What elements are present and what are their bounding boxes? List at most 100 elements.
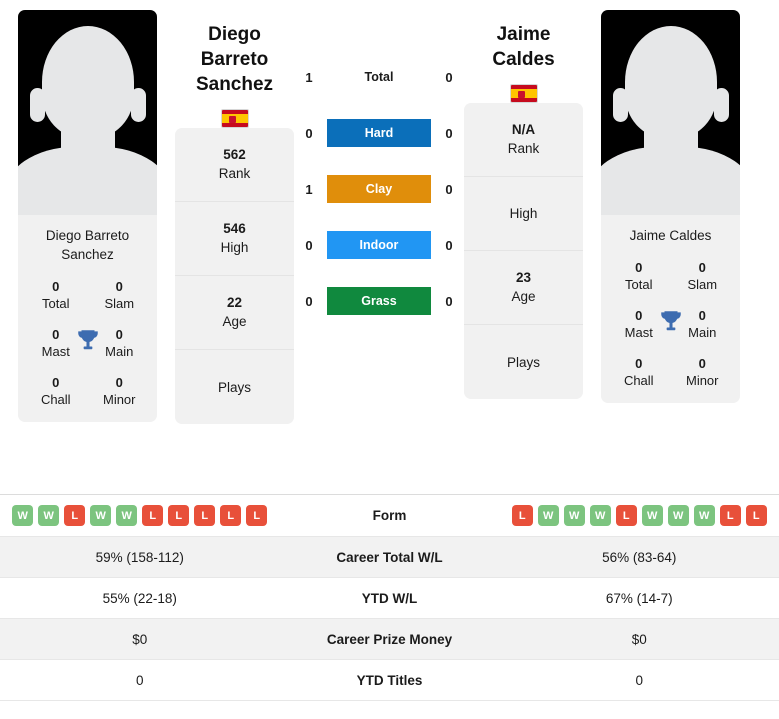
- right-age-value: 23: [515, 270, 532, 285]
- form-badge-w[interactable]: W: [693, 505, 715, 526]
- surface-left-score: 1: [305, 181, 313, 197]
- left-stat-age: 22 Age: [175, 276, 294, 350]
- stat-row-label: Career Prize Money: [326, 631, 453, 647]
- form-badge-w[interactable]: W: [641, 505, 663, 526]
- left-high-label: High: [220, 240, 249, 255]
- head-to-head-stats-table: W W L W W L L L L L Form L W W W L W W W L L 59% (158-112) Car…: [0, 495, 779, 701]
- surface-bar-hard[interactable]: Hard: [327, 119, 431, 147]
- form-badge-l[interactable]: L: [194, 505, 216, 526]
- surface-bar-indoor[interactable]: Indoor: [327, 231, 431, 259]
- surface-bar-total[interactable]: Total: [327, 63, 431, 91]
- left-titles-minor-value: 0: [115, 375, 123, 390]
- surface-left-score: 0: [305, 237, 313, 253]
- form-badge-w[interactable]: W: [116, 505, 138, 526]
- right-player-card[interactable]: Jaime Caldes 0 Total 0 Slam 0 Mast 0 Mai…: [601, 10, 740, 403]
- form-badge-w[interactable]: W: [90, 505, 112, 526]
- left-rank-label: Rank: [218, 166, 251, 181]
- stat-row-label: YTD W/L: [361, 590, 418, 606]
- form-badge-w[interactable]: W: [667, 505, 689, 526]
- form-badge-l[interactable]: L: [142, 505, 164, 526]
- left-player-photo: [18, 10, 157, 215]
- table-row: 59% (158-112) Career Total W/L 56% (83-64): [0, 537, 779, 578]
- left-titles-minor: 0 Minor: [88, 374, 152, 408]
- left-flag-wrap: [175, 97, 294, 128]
- surface-bar-grass[interactable]: Grass: [327, 287, 431, 315]
- table-row: $0 Career Prize Money $0: [0, 619, 779, 660]
- right-rank-label: Rank: [507, 141, 540, 156]
- surface-left-score: 1: [305, 69, 313, 85]
- form-badge-w[interactable]: W: [12, 505, 34, 526]
- right-titles-total: 0 Total: [607, 259, 671, 293]
- right-titles-slam: 0 Slam: [671, 259, 735, 293]
- avatar-ear-right-icon: [713, 88, 729, 122]
- left-titles-chall-value: 0: [52, 375, 60, 390]
- form-badge-l[interactable]: L: [246, 505, 268, 526]
- surface-right-score: 0: [445, 293, 453, 309]
- table-row: 55% (22-18) YTD W/L 67% (14-7): [0, 578, 779, 619]
- left-stat-plays: Plays: [175, 350, 294, 424]
- left-stat-value: 55% (22-18): [102, 590, 177, 606]
- avatar-body-icon: [601, 147, 740, 215]
- left-titles-total: 0 Total: [24, 278, 88, 312]
- right-titles-minor-label: Minor: [685, 373, 719, 388]
- form-badge-w[interactable]: W: [563, 505, 585, 526]
- right-titles-chall-label: Chall: [623, 373, 654, 388]
- surface-right-score: 0: [445, 181, 453, 197]
- trophy-icon: [77, 330, 98, 350]
- left-stat-value: 0: [135, 672, 144, 688]
- left-player-card[interactable]: Diego Barreto Sanchez 0 Total 0 Slam 0 M…: [18, 10, 157, 422]
- right-titles-chall: 0 Chall: [607, 355, 671, 389]
- spain-flag-icon: [220, 109, 249, 128]
- right-stat-high: High: [464, 177, 583, 251]
- right-stat-value: 56% (83-64): [602, 549, 677, 565]
- surface-right-score: 0: [445, 125, 453, 141]
- form-badge-l[interactable]: L: [511, 505, 533, 526]
- right-stats-stack: N/A Rank High 23 Age Plays: [464, 103, 583, 399]
- avatar-ear-right-icon: [130, 88, 146, 122]
- form-badge-w[interactable]: W: [537, 505, 559, 526]
- left-titles-slam-label: Slam: [104, 296, 135, 311]
- surface-bar-clay[interactable]: Clay: [327, 175, 431, 203]
- surface-right-score: 0: [445, 69, 453, 85]
- right-stat-value: $0: [631, 631, 647, 647]
- flag-crest: [517, 91, 525, 98]
- left-plays-label: Plays: [217, 379, 251, 395]
- right-titles-slam-value: 0: [698, 260, 706, 275]
- surface-row-indoor: 0 Indoor 0: [294, 231, 464, 259]
- trophy-icon: [660, 311, 681, 331]
- right-player-photo: [601, 10, 740, 215]
- right-titles-slam-label: Slam: [687, 277, 718, 292]
- stat-row-label: Form: [372, 508, 407, 523]
- right-stat-plays: Plays: [464, 325, 583, 399]
- left-player-column: Diego Barreto Sanchez 0 Total 0 Slam 0 M…: [0, 0, 175, 422]
- right-player-column: Jaime Caldes 0 Total 0 Slam 0 Mast 0 Mai…: [583, 0, 758, 403]
- avatar-ear-left-icon: [612, 88, 628, 122]
- form-badge-l[interactable]: L: [168, 505, 190, 526]
- right-titles-total-label: Total: [625, 277, 653, 292]
- right-titles-grid: 0 Total 0 Slam 0 Mast 0 Main 0 Chall 0 M…: [601, 245, 740, 389]
- form-badge-l[interactable]: L: [719, 505, 741, 526]
- left-stats-column: Diego Barreto Sanchez 562 Rank 546 High …: [175, 0, 294, 424]
- left-titles-minor-label: Minor: [102, 392, 136, 407]
- right-flag-wrap: [464, 72, 583, 103]
- right-player-card-name: Jaime Caldes: [629, 228, 712, 243]
- left-stats-stack: 562 Rank 546 High 22 Age Plays: [175, 128, 294, 424]
- form-badge-l[interactable]: L: [64, 505, 86, 526]
- left-player-card-name: Diego Barreto Sanchez: [45, 228, 130, 262]
- left-titles-grid: 0 Total 0 Slam 0 Mast 0 Main 0 Chall 0 M…: [18, 264, 157, 408]
- form-badge-l[interactable]: L: [745, 505, 767, 526]
- left-stat-value: $0: [132, 631, 148, 647]
- stat-row-label: Career Total W/L: [336, 549, 443, 565]
- right-stat-age: 23 Age: [464, 251, 583, 325]
- form-badge-w[interactable]: W: [589, 505, 611, 526]
- form-badge-w[interactable]: W: [38, 505, 60, 526]
- form-badge-l[interactable]: L: [220, 505, 242, 526]
- right-stats-column: Jaime Caldes N/A Rank High 23 Age Plays: [464, 0, 583, 399]
- right-stat-value: 67% (14-7): [605, 590, 673, 606]
- right-plays-label: Plays: [506, 354, 540, 370]
- avatar-ear-left-icon: [29, 88, 45, 122]
- left-titles-chall-label: Chall: [40, 392, 71, 407]
- form-badge-l[interactable]: L: [615, 505, 637, 526]
- left-stat-high: 546 High: [175, 202, 294, 276]
- left-titles-total-label: Total: [42, 296, 70, 311]
